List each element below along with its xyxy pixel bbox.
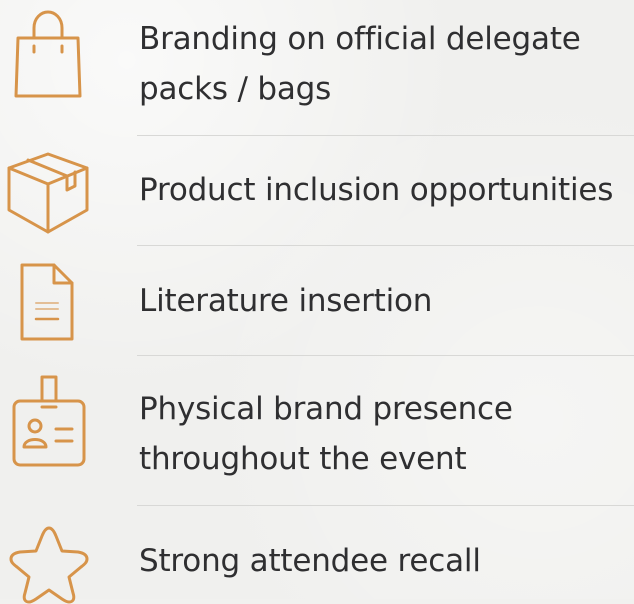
list-item-attendee-recall: Strong attendee recall bbox=[0, 506, 634, 604]
list-item-label: Physical brand presence throughout the e… bbox=[139, 384, 626, 484]
label-line-1: Physical brand presence bbox=[139, 391, 513, 427]
shopping-bag-icon bbox=[10, 8, 86, 100]
list-item-label: Branding on official delegate packs / ba… bbox=[139, 14, 626, 114]
label-line-1: Product inclusion opportunities bbox=[139, 172, 614, 208]
list-item-product-inclusion: Product inclusion opportunities bbox=[0, 136, 634, 246]
label-line-1: Branding on official delegate bbox=[139, 21, 581, 57]
document-icon bbox=[18, 261, 76, 343]
label-line-1: Literature insertion bbox=[139, 283, 433, 319]
benefits-panel: Branding on official delegate packs / ba… bbox=[0, 0, 634, 604]
list-item-label: Literature insertion bbox=[139, 276, 626, 326]
list-item-label: Product inclusion opportunities bbox=[139, 165, 626, 215]
label-line-2: packs / bags bbox=[139, 71, 332, 107]
label-line-1: Strong attendee recall bbox=[139, 543, 481, 579]
list-item-brand-presence: Physical brand presence throughout the e… bbox=[0, 356, 634, 506]
star-icon bbox=[5, 524, 93, 604]
badge-icon bbox=[10, 371, 88, 469]
benefits-list: Branding on official delegate packs / ba… bbox=[0, 0, 634, 604]
label-line-2: throughout the event bbox=[139, 441, 467, 477]
list-item-branding: Branding on official delegate packs / ba… bbox=[0, 0, 634, 136]
list-item-literature: Literature insertion bbox=[0, 246, 634, 356]
list-item-label: Strong attendee recall bbox=[139, 536, 626, 586]
box-icon bbox=[3, 148, 93, 236]
